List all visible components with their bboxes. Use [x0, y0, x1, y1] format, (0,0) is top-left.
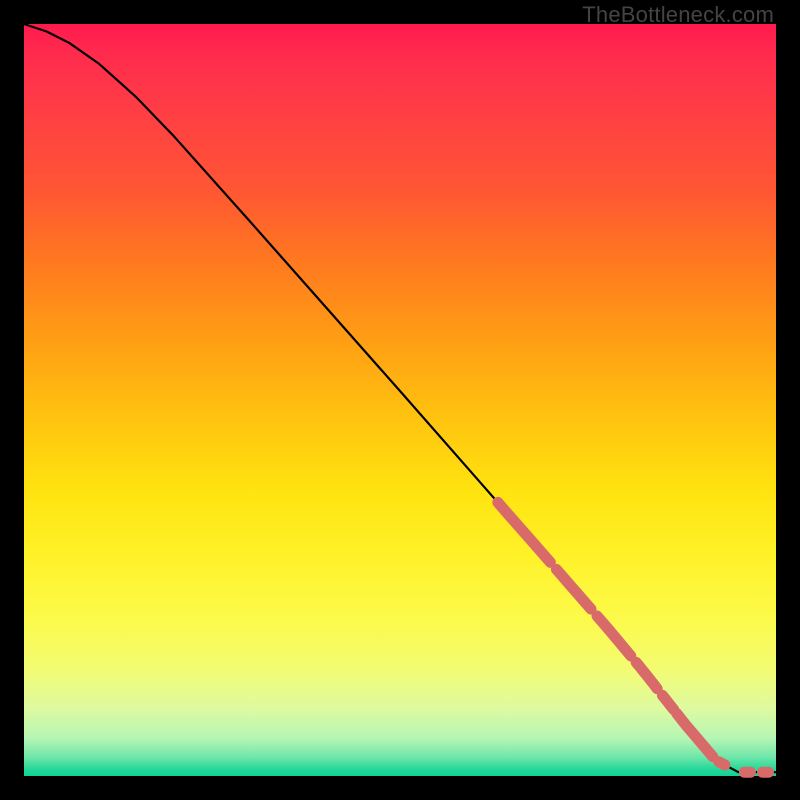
ribbon-segment: [556, 569, 591, 609]
ribbon-segment: [662, 695, 673, 709]
curve-line: [24, 24, 776, 772]
baseline-dash: [686, 725, 713, 757]
plot-area: [24, 24, 776, 776]
chart-svg: [24, 24, 776, 776]
ribbon-segment: [597, 616, 631, 656]
baseline-dots: [686, 725, 769, 772]
ribbon-segment: [636, 662, 657, 688]
highlight-ribbons: [498, 502, 685, 723]
chart-frame: TheBottleneck.com: [0, 0, 800, 800]
baseline-dash: [719, 762, 725, 765]
ribbon-segment: [498, 502, 551, 562]
